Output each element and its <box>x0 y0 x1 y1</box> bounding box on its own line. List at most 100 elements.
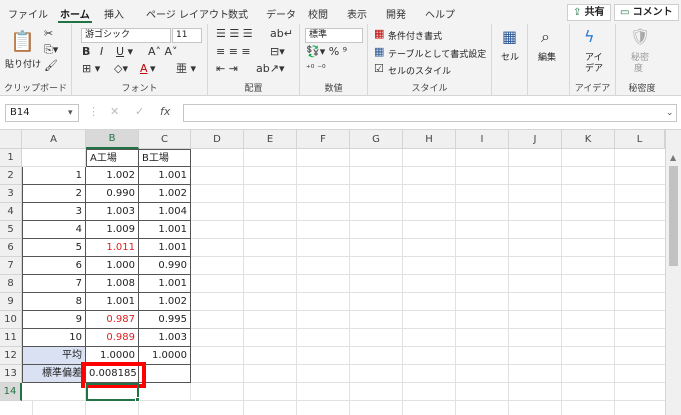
cell-c7[interactable]: 0.990 <box>139 257 191 275</box>
column-header-a[interactable]: A <box>22 130 86 149</box>
cell-b10[interactable]: 0.987 <box>86 311 139 329</box>
format-painter-icon[interactable]: 🖌 <box>44 60 58 72</box>
cell-c6[interactable]: 1.001 <box>139 239 191 257</box>
tab-home[interactable]: ホーム <box>58 6 92 23</box>
paste-button[interactable]: 貼り付け <box>5 57 41 70</box>
tab-page-layout[interactable]: ページ レイアウト <box>146 6 229 21</box>
cell-c4[interactable]: 1.004 <box>139 203 191 221</box>
conditional-format-button[interactable]: 条件付き書式 <box>388 29 442 42</box>
cell-c2[interactable]: 1.001 <box>139 167 191 185</box>
grow-font-icon[interactable]: A˄ A˅ <box>148 46 178 58</box>
tab-file[interactable]: ファイル <box>8 6 48 21</box>
cell-a11[interactable]: 10 <box>22 329 86 347</box>
indent-icon[interactable]: ⇤ ⇥ <box>216 63 238 75</box>
underline-icon[interactable]: U ▾ <box>116 46 133 58</box>
column-header-b[interactable]: B <box>86 130 139 149</box>
paste-icon[interactable]: 📋 <box>10 30 35 52</box>
scroll-thumb[interactable] <box>669 166 678 266</box>
row-header[interactable]: 11 <box>0 329 22 347</box>
cell-a10[interactable]: 9 <box>22 311 86 329</box>
cells-icon[interactable]: ▦ <box>502 28 517 46</box>
cell-a5[interactable]: 4 <box>22 221 86 239</box>
font-color-dropdown-icon[interactable]: ▾ <box>150 63 156 75</box>
cancel-icon[interactable]: ✕ <box>110 106 119 118</box>
font-size-select[interactable]: 11 <box>172 28 202 43</box>
cell-b6[interactable]: 1.011 <box>86 239 139 257</box>
tab-view[interactable]: 表示 <box>347 6 367 21</box>
cell-c14[interactable] <box>139 383 191 401</box>
cell-b5[interactable]: 1.009 <box>86 221 139 239</box>
cell-c8[interactable]: 1.001 <box>139 275 191 293</box>
fill-handle[interactable] <box>135 397 140 402</box>
editing-button[interactable]: 編集 <box>538 50 556 63</box>
column-header-j[interactable]: J <box>509 130 562 149</box>
column-header-d[interactable]: D <box>191 130 244 149</box>
font-name-select[interactable]: 游ゴシック <box>81 28 171 43</box>
enter-icon[interactable]: ✓ <box>135 106 144 118</box>
formula-input[interactable] <box>183 104 677 122</box>
cell-a7[interactable]: 6 <box>22 257 86 275</box>
conditional-format-icon[interactable]: ▦ <box>374 28 384 40</box>
cell-a12[interactable]: 平均 <box>22 347 86 365</box>
sensitivity-icon[interactable]: 🛡 <box>630 28 650 46</box>
row-header-selected[interactable]: 14 <box>0 383 22 401</box>
scroll-up-icon[interactable]: ▲ <box>670 152 676 164</box>
orientation-icon[interactable]: ab↗▾ <box>256 63 284 75</box>
cell-b14-active[interactable] <box>86 383 139 401</box>
cell-a6[interactable]: 5 <box>22 239 86 257</box>
cell-a8[interactable]: 7 <box>22 275 86 293</box>
cell-c10[interactable]: 0.995 <box>139 311 191 329</box>
cells-button[interactable]: セル <box>501 50 519 63</box>
insert-function-icon[interactable]: fx <box>160 106 170 118</box>
row-header[interactable]: 4 <box>0 203 22 221</box>
cell-c5[interactable]: 1.001 <box>139 221 191 239</box>
cell-styles-button[interactable]: セルのスタイル <box>388 64 451 77</box>
row-header[interactable]: 12 <box>0 347 22 365</box>
cell-b12[interactable]: 1.0000 <box>86 347 139 365</box>
row-header[interactable]: 9 <box>0 293 22 311</box>
format-table-icon[interactable]: ▦ <box>374 46 384 58</box>
cell-a3[interactable]: 2 <box>22 185 86 203</box>
cell-a1[interactable] <box>22 149 86 167</box>
cell-b11[interactable]: 0.989 <box>86 329 139 347</box>
cell-b13[interactable]: 0.008185 <box>86 365 139 383</box>
cut-icon[interactable]: ✂ <box>44 28 53 40</box>
cell-c3[interactable]: 1.002 <box>139 185 191 203</box>
namebox-dropdown-icon[interactable]: ▾ <box>68 107 73 119</box>
row-header[interactable]: 7 <box>0 257 22 275</box>
phonetic-icon[interactable]: 亜 ▾ <box>176 63 196 75</box>
row-header[interactable]: 6 <box>0 239 22 257</box>
cell-a14[interactable] <box>22 383 86 401</box>
row-15-cells[interactable] <box>22 401 191 415</box>
fill-color-icon[interactable]: ◇▾ <box>114 63 128 75</box>
cell-a13[interactable]: 標準偏差 <box>22 365 86 383</box>
cell-a9[interactable]: 8 <box>22 293 86 311</box>
row-header[interactable]: 8 <box>0 275 22 293</box>
row-header[interactable]: 10 <box>0 311 22 329</box>
column-header-g[interactable]: G <box>350 130 403 149</box>
tab-developer[interactable]: 開発 <box>386 6 406 21</box>
expand-formula-icon[interactable]: ⌄ <box>666 107 674 119</box>
decimal-icon[interactable]: ⁺⁰ ⁻⁰ <box>306 63 326 75</box>
cell-a4[interactable]: 3 <box>22 203 86 221</box>
cell-c12[interactable]: 1.0000 <box>139 347 191 365</box>
row-header[interactable]: 3 <box>0 185 22 203</box>
cell-c11[interactable]: 1.003 <box>139 329 191 347</box>
italic-icon[interactable]: I <box>100 46 103 58</box>
format-table-button[interactable]: テーブルとして書式設定 <box>388 47 486 60</box>
row-header[interactable]: 2 <box>0 167 22 185</box>
search-icon[interactable]: ⌕ <box>541 28 550 46</box>
tab-review[interactable]: 校閲 <box>308 6 328 21</box>
column-header-f[interactable]: F <box>297 130 350 149</box>
row-header[interactable]: 13 <box>0 365 22 383</box>
tab-data[interactable]: データ <box>266 6 296 21</box>
row-header[interactable]: 5 <box>0 221 22 239</box>
cell-b3[interactable]: 0.990 <box>86 185 139 203</box>
tab-help[interactable]: ヘルプ <box>425 6 455 21</box>
left-align-icon[interactable]: ≡ ≡ ≡ <box>216 46 251 58</box>
top-align-icon[interactable]: ☰ ☰ ☰ <box>216 28 253 40</box>
cell-b7[interactable]: 1.000 <box>86 257 139 275</box>
column-header-k[interactable]: K <box>562 130 615 149</box>
cell-c13[interactable] <box>139 365 191 383</box>
tab-insert[interactable]: 挿入 <box>104 6 124 21</box>
